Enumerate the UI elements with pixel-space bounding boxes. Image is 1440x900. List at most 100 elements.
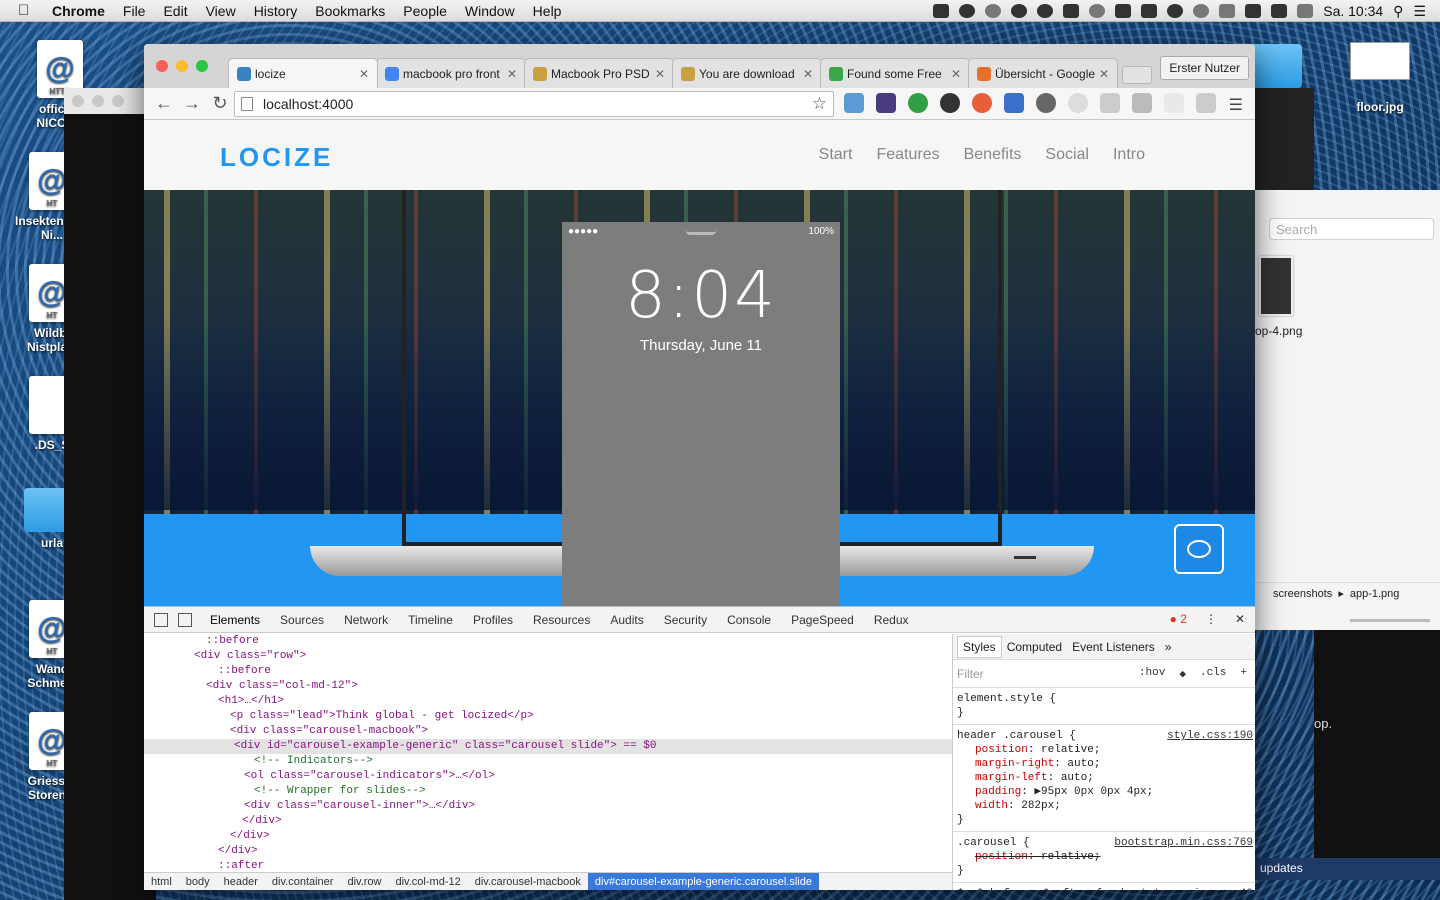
dom-node[interactable]: <div id="carousel-example-generic" class… — [144, 739, 952, 754]
menu-app[interactable]: Chrome — [52, 3, 105, 19]
css-property[interactable]: margin-left: auto; — [957, 771, 1251, 785]
devtools-tab[interactable]: Elements — [200, 613, 270, 627]
minimize-icon[interactable] — [92, 95, 104, 107]
nav-link-features[interactable]: Features — [876, 146, 939, 164]
menu-bookmarks[interactable]: Bookmarks — [315, 3, 385, 19]
nav-link-intro[interactable]: Intro — [1113, 146, 1145, 164]
close-devtools-icon[interactable]: ✕ — [1235, 612, 1245, 626]
zoom-icon[interactable] — [196, 60, 208, 72]
menu-history[interactable]: History — [254, 3, 298, 19]
close-tab-icon[interactable]: ✕ — [359, 67, 369, 81]
time-machine-icon[interactable] — [1193, 4, 1210, 18]
address-bar[interactable]: localhost:4000 ☆ — [234, 91, 834, 117]
browser-tab[interactable]: locize ✕ — [228, 58, 378, 88]
inspect-element-icon[interactable] — [154, 612, 168, 627]
devtools-tab[interactable]: Security — [654, 613, 717, 627]
device-mode-icon[interactable] — [178, 612, 192, 627]
more-tabs-icon[interactable]: » — [1160, 640, 1177, 654]
css-property[interactable]: margin-right: auto; — [957, 757, 1251, 771]
class-toggle[interactable]: .cls — [1200, 667, 1226, 681]
dom-node[interactable]: <div class="carousel-inner">…</div> — [144, 799, 952, 814]
hover-state-toggle[interactable]: :hov — [1139, 667, 1165, 681]
css-property-value[interactable]: 282px; — [1021, 800, 1061, 812]
finder-window[interactable]: Search op-4.png screenshots ▸ app-1.png — [1254, 190, 1440, 630]
css-property-name[interactable]: position — [957, 744, 1028, 756]
dom-node[interactable]: <div class="carousel-macbook"> — [144, 724, 952, 739]
reload-icon[interactable]: ↻ — [208, 92, 232, 116]
dom-node[interactable]: ::before — [144, 634, 952, 649]
css-property-value[interactable]: relative; — [1041, 851, 1100, 863]
file-thumbnail[interactable] — [1259, 256, 1293, 316]
dom-node[interactable]: <div class="col-md-12"> — [144, 679, 952, 694]
devtools-tab[interactable]: Network — [334, 613, 398, 627]
browser-tab[interactable]: Macbook Pro PSD ✕ — [524, 58, 674, 88]
nav-link-social[interactable]: Social — [1045, 146, 1089, 164]
menu-window[interactable]: Window — [465, 3, 515, 19]
extension-star-icon[interactable] — [1004, 93, 1024, 113]
css-property-value[interactable]: auto; — [1061, 772, 1094, 784]
volume-icon[interactable] — [1271, 4, 1288, 18]
breadcrumb-item[interactable]: div#carousel-example-generic.carousel.sl… — [587, 872, 819, 890]
bookmark-star-icon[interactable]: ☆ — [812, 94, 827, 114]
breadcrumb-item[interactable]: body — [179, 876, 217, 888]
nav-link-start[interactable]: Start — [819, 146, 853, 164]
tab-computed[interactable]: Computed — [1002, 640, 1067, 654]
browser-tab[interactable]: Found some Free ✕ — [820, 58, 970, 88]
breadcrumb-item[interactable]: div.carousel-macbook — [468, 876, 588, 888]
dom-node[interactable]: <h1>…</h1> — [144, 694, 952, 709]
css-selector[interactable]: element.style { — [957, 692, 1251, 706]
record-icon[interactable] — [959, 4, 976, 18]
menu-view[interactable]: View — [206, 3, 236, 19]
css-property-name[interactable]: margin-left — [957, 772, 1048, 784]
background-window[interactable] — [1254, 88, 1314, 192]
drive-icon[interactable] — [1115, 4, 1132, 18]
css-property-name[interactable]: padding — [957, 786, 1021, 798]
battery-icon[interactable] — [1297, 4, 1314, 18]
css-property[interactable]: position: relative; — [957, 743, 1251, 757]
extension-icon[interactable] — [1068, 93, 1088, 113]
chrome-menu-icon[interactable]: ☰ — [1229, 95, 1243, 115]
dom-node[interactable]: ::before — [144, 664, 952, 679]
paint-icon[interactable]: ◆ — [1179, 667, 1186, 681]
notification-center-icon[interactable]: ☰ — [1413, 3, 1426, 20]
finder-search-field[interactable]: Search — [1269, 218, 1434, 240]
css-property-value[interactable]: ▶95px 0px 0px 4px; — [1034, 786, 1153, 798]
minimize-icon[interactable] — [176, 60, 188, 72]
close-tab-icon[interactable]: ✕ — [507, 67, 517, 81]
filter-input[interactable]: Filter — [957, 667, 984, 681]
extension-folder-icon[interactable] — [844, 93, 864, 113]
css-rule[interactable]: *, *:before, *:after {bootstrap.min.css:… — [953, 883, 1255, 890]
breadcrumb-item[interactable]: header — [217, 876, 265, 888]
apple-icon[interactable]:  — [18, 2, 38, 19]
dom-node[interactable]: </div> — [144, 814, 952, 829]
styles-filter[interactable]: Filter :hov ◆ .cls + — [953, 660, 1255, 688]
css-source-link[interactable]: bootstrap.min.css:49 — [1121, 887, 1253, 890]
more-options-icon[interactable]: ⋮ — [1205, 612, 1217, 626]
extension-icon[interactable] — [1036, 93, 1056, 113]
twitter-icon[interactable] — [1141, 4, 1158, 18]
wifi-icon[interactable] — [1245, 4, 1262, 18]
close-icon[interactable] — [156, 60, 168, 72]
dom-node[interactable]: </div> — [144, 844, 952, 859]
bluetooth-icon[interactable] — [1219, 4, 1236, 18]
browser-tab[interactable]: macbook pro front ✕ — [376, 58, 526, 88]
css-property-name[interactable]: width — [957, 800, 1008, 812]
profile-button[interactable]: Erster Nutzer — [1160, 56, 1249, 80]
extension-icon[interactable] — [1196, 93, 1216, 113]
css-property-value[interactable]: relative; — [1041, 744, 1100, 756]
browser-tab[interactable]: Übersicht - Google ✕ — [968, 58, 1118, 88]
devtools-tab[interactable]: PageSpeed — [781, 613, 864, 627]
dom-node[interactable]: <ol class="carousel-indicators">…</ol> — [144, 769, 952, 784]
add-rule-button[interactable]: + — [1240, 667, 1247, 681]
css-rule[interactable]: header .carousel {style.css:190 position:… — [953, 725, 1255, 832]
menu-file[interactable]: File — [123, 3, 146, 19]
cloud-icon[interactable] — [1011, 4, 1028, 18]
devtools-tab[interactable]: Resources — [523, 613, 600, 627]
css-property[interactable]: position: relative; — [957, 850, 1251, 864]
extension-icon[interactable] — [876, 93, 896, 113]
forward-icon[interactable]: → — [180, 92, 204, 116]
dom-node[interactable]: </div> — [144, 829, 952, 844]
new-tab-button[interactable] — [1122, 66, 1152, 84]
desktop-icon-floor[interactable]: floor.jpg — [1344, 42, 1416, 114]
file-name[interactable]: op-4.png — [1255, 324, 1302, 338]
